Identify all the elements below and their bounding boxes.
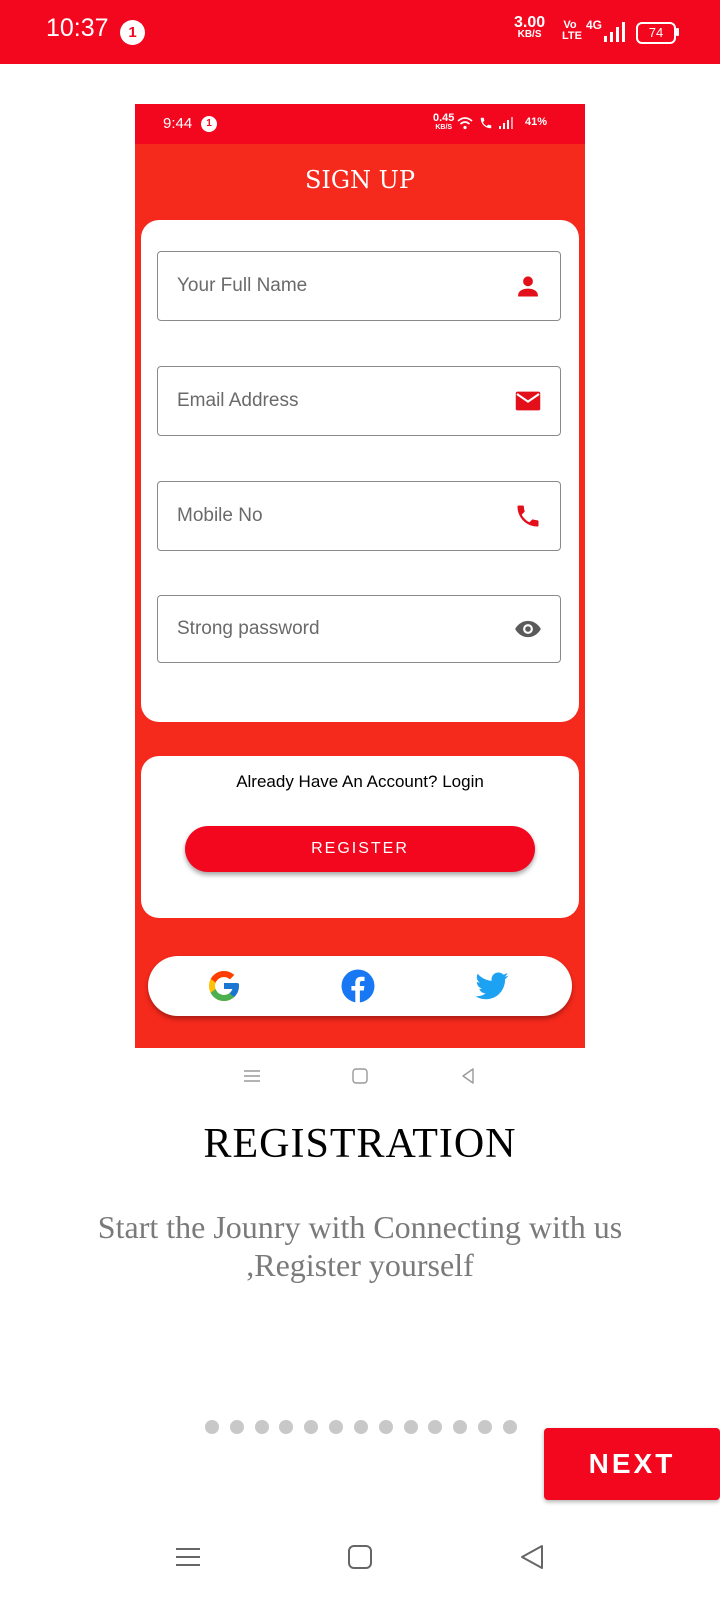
password-placeholder: Strong password [177,618,320,639]
inner-nav-bar [135,1048,585,1106]
inner-home-icon [352,1068,368,1084]
register-button[interactable]: REGISTER [185,826,535,872]
mobile-placeholder: Mobile No [177,505,263,526]
inner-signal-icon [499,117,513,129]
signup-form-card: Your Full Name Email Address Mobile No S… [141,220,579,722]
page-dot [478,1420,493,1434]
inner-wifi-icon [457,117,473,130]
volte-indicator: Vo LTE [562,19,582,42]
email-placeholder: Email Address [177,390,299,411]
status-bar: 10:37 1 3.00 KB/S Vo LTE 4G 74 [0,0,720,64]
network-speed: 3.00 KB/S [514,14,546,41]
page-dot [279,1420,294,1434]
onboarding-title: REGISTRATION [203,1121,517,1167]
inner-back-icon [462,1068,474,1084]
inner-menu-icon [244,1070,260,1082]
password-field[interactable]: Strong password [157,595,561,663]
notification-badge: 1 [120,20,145,45]
status-time: 10:37 [46,14,109,42]
twitter-icon[interactable] [474,968,510,1004]
page-dot [453,1420,468,1434]
signup-screenshot: 9:44 1 0.45 KB/S 41% SIGN UP Your Full N… [135,104,585,1048]
inner-status-time: 9:44 [163,115,193,132]
page-dot [428,1420,443,1434]
network-type: 4G [586,18,603,32]
system-nav-bar [0,1530,720,1600]
home-icon[interactable] [345,1542,375,1572]
signup-title: SIGN UP [304,166,416,194]
email-field[interactable]: Email Address [157,366,561,436]
google-icon[interactable] [206,968,242,1004]
network-speed-unit: KB/S [517,29,542,40]
inner-battery: 41% [525,116,548,128]
page-dot [502,1420,517,1434]
page-dot [353,1420,368,1434]
page-dot [403,1420,418,1434]
page-dot [329,1420,344,1434]
back-icon[interactable] [517,1542,547,1572]
page-dot [304,1420,319,1434]
signal-icon [604,22,625,42]
page-indicator [205,1417,517,1437]
page-dot [254,1420,269,1434]
page-dot [378,1420,393,1434]
onboarding-description: Start the Jounry with Connecting with us… [97,1209,623,1283]
social-login-bar [148,956,572,1016]
person-icon [518,276,538,297]
battery-icon: 74 [636,22,676,44]
recents-menu-icon[interactable] [173,1542,203,1572]
inner-notification-badge: 1 [201,116,217,132]
login-link[interactable]: Already Have An Account? Login [141,772,579,792]
full-name-field[interactable]: Your Full Name [157,251,561,321]
inner-call-icon [480,117,492,129]
page-dot [205,1420,219,1434]
inner-network-speed-unit: KB/S [435,124,453,131]
inner-network-speed-value: 0.45 [433,112,455,124]
next-button[interactable]: NEXT [544,1428,720,1500]
phone-icon [517,505,539,527]
full-name-placeholder: Your Full Name [177,275,308,296]
battery-tip [676,28,679,36]
eye-icon[interactable] [514,615,542,643]
mobile-field[interactable]: Mobile No [157,481,561,551]
inner-network-speed: 0.45 KB/S [433,112,455,132]
network-speed-value: 3.00 [514,14,546,31]
mail-icon [515,391,541,411]
page-dot [229,1420,244,1434]
register-card: Already Have An Account? Login REGISTER [141,756,579,918]
facebook-icon[interactable] [340,968,376,1004]
